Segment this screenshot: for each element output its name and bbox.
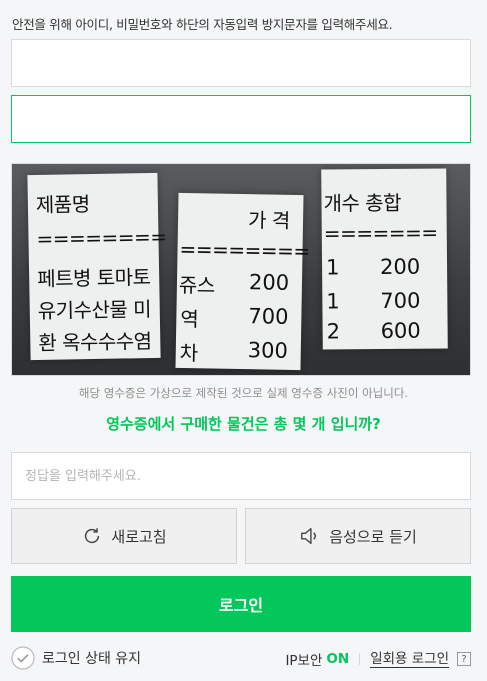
keep-login-toggle[interactable]: 로그인 상태 유지 <box>11 646 141 670</box>
refresh-label: 새로고침 <box>111 527 167 546</box>
audio-label: 음성으로 듣기 <box>329 527 417 546</box>
refresh-icon <box>85 528 100 544</box>
onetime-login-link[interactable]: 일회용 로그인 <box>370 651 449 668</box>
captcha-question: 영수증에서 구매한 물건은 총 몇 개 입니까? <box>106 415 381 433</box>
receipt-price: 가 격 ======== 쥬스 역 차 200 700 300 <box>175 192 310 371</box>
receipt-dashes: ======== <box>179 236 310 264</box>
ip-security-state[interactable]: ON <box>326 651 349 667</box>
receipt-total: 600 <box>380 318 421 344</box>
receipt-value: 200 <box>248 270 290 295</box>
audio-button[interactable]: 음성으로 듣기 <box>245 508 471 564</box>
refresh-button[interactable]: 새로고침 <box>11 508 237 564</box>
keep-login-label: 로그인 상태 유지 <box>42 651 142 667</box>
receipt-item: 역 <box>180 306 199 332</box>
receipt-item: 유기수산물 미 <box>37 297 152 323</box>
receipt-count: 1 <box>325 255 340 280</box>
receipt-item: 쥬스 <box>178 272 215 298</box>
receipt-count: 2 <box>326 319 341 344</box>
captcha-answer-input[interactable] <box>11 452 471 500</box>
receipt-count: 1 <box>326 289 340 314</box>
id-input[interactable] <box>11 39 471 87</box>
receipt-item: 페트병 토마토 <box>36 265 151 291</box>
receipt-value: 700 <box>248 304 289 329</box>
receipt-item: 환 옥수수수염 <box>38 329 152 355</box>
ip-security-label[interactable]: IP보안 <box>285 649 322 669</box>
receipt-total: 200 <box>379 254 421 280</box>
receipt-total: 700 <box>380 288 421 314</box>
speaker-icon <box>301 527 317 545</box>
receipt-count-total: 개수 총합 ======= 1 1 2 200 700 600 <box>321 168 448 350</box>
divider <box>359 653 361 665</box>
receipt-dashes: ======== <box>36 224 167 251</box>
login-options: IP보안 ON 일회용 로그인 ? <box>285 648 471 670</box>
security-notice: 안전을 위해 아이디, 비밀번호와 하단의 자동입력 방지문자를 입력해주세요. <box>12 17 393 32</box>
help-icon[interactable]: ? <box>457 652 471 666</box>
receipt-item: 차 <box>179 340 198 366</box>
receipt-header: 가 격 <box>247 208 290 233</box>
check-circle-icon <box>11 646 35 670</box>
login-button[interactable]: 로그인 <box>11 576 471 632</box>
receipt-header: 개수 총합 <box>323 190 402 216</box>
receipt-header: 제품명 <box>35 192 90 218</box>
receipt-value: 300 <box>247 338 289 363</box>
captcha-disclaimer: 해당 영수증은 가상으로 제작된 것으로 실제 영수증 사진이 아닙니다. <box>78 386 409 400</box>
captcha-image: 제품명 ======== 페트병 토마토 유기수산물 미 환 옥수수수염 가 격… <box>11 163 471 376</box>
receipt-product: 제품명 ======== 페트병 토마토 유기수산물 미 환 옥수수수염 <box>27 172 167 361</box>
receipt-dashes: ======= <box>323 220 438 246</box>
password-input[interactable] <box>11 95 471 143</box>
